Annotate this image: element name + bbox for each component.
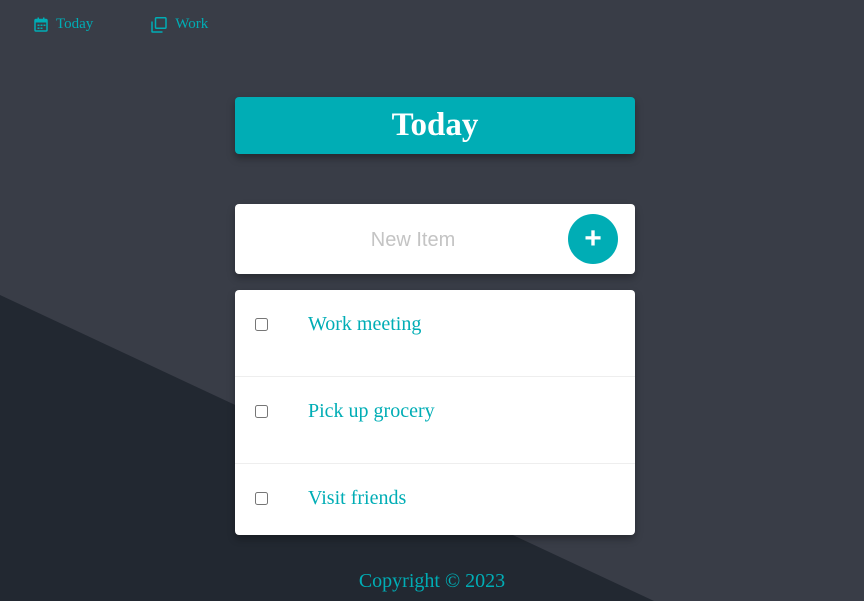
todo-list: Work meeting Pick up grocery Visit frien… [235,290,635,535]
item-label: Visit friends [308,487,407,509]
nav-item-label: Today [56,16,94,32]
calendar-icon [34,17,48,32]
copy-icon [151,16,168,33]
add-item-button[interactable]: + [568,214,618,264]
list-heading: Today [235,97,635,154]
new-item-input[interactable] [255,219,571,261]
list-item: Pick up grocery [235,377,635,464]
item-checkbox[interactable] [255,492,268,505]
list-item: Visit friends [235,464,635,535]
new-item-form: + [235,204,635,274]
item-label: Work meeting [308,313,422,335]
nav-item-work[interactable]: Work [151,16,208,33]
nav-item-label: Work [175,16,209,32]
nav-item-today[interactable]: Today [34,16,93,33]
item-checkbox[interactable] [255,318,268,331]
footer: Copyright © 2023 [0,570,864,593]
copyright-text: Copyright © 2023 [358,570,506,592]
top-nav: Today Work [34,16,208,33]
page-title: Today [391,107,479,143]
item-checkbox[interactable] [255,405,268,418]
item-label: Pick up grocery [308,400,435,422]
list-item: Work meeting [235,290,635,377]
